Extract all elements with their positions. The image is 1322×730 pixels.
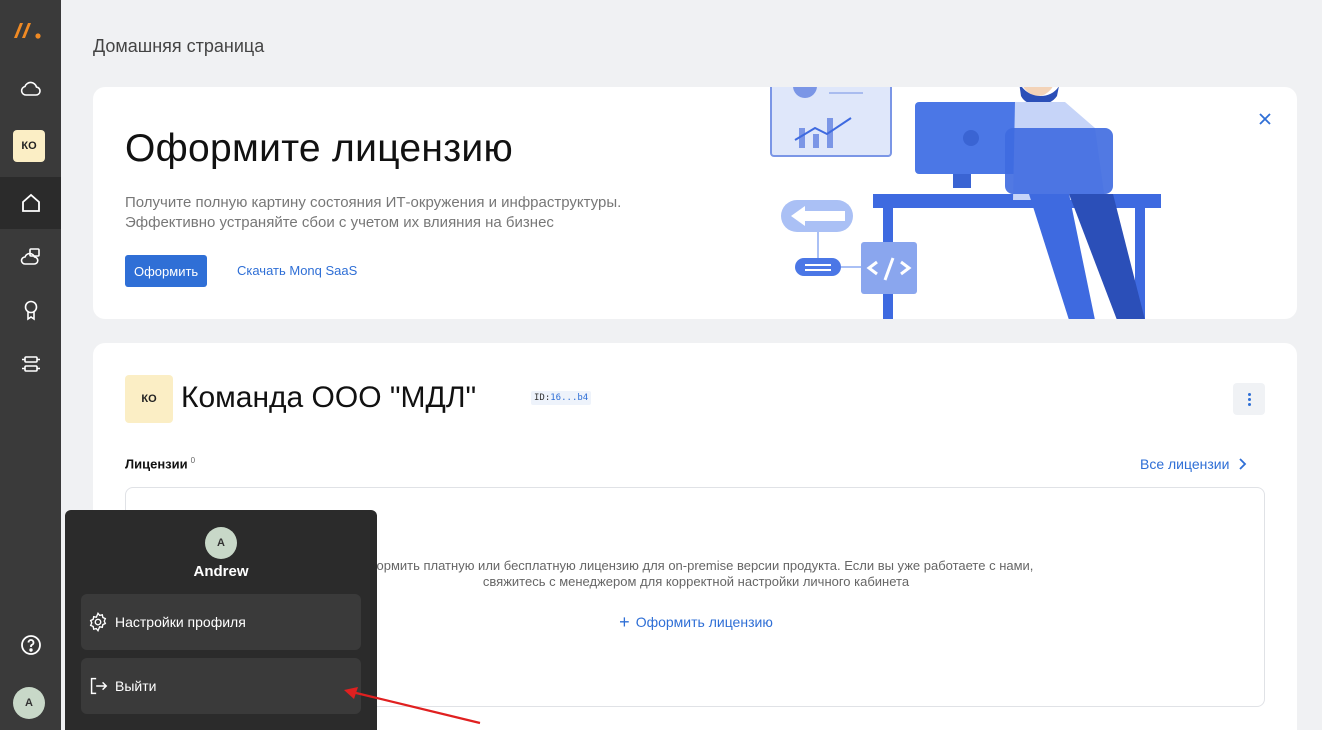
kebab-dot	[1247, 392, 1251, 396]
gear-icon	[89, 611, 107, 633]
profile-settings-button[interactable]: Настройки профиля	[81, 594, 361, 650]
download-saas-link[interactable]: Скачать Monq SaaS	[237, 263, 357, 278]
award-icon	[24, 300, 37, 321]
logout-label: Выйти	[115, 678, 157, 694]
sidebar-item-integrations[interactable]	[0, 338, 61, 390]
close-icon[interactable]	[1256, 110, 1274, 128]
licenses-label: Лицензии	[125, 456, 188, 472]
team-name: Команда ООО "МДЛ"	[181, 381, 477, 414]
cloud-box-icon	[20, 248, 40, 265]
banner-subtitle-line: Эффективно устраняйте сбои с учетом их в…	[125, 214, 554, 231]
sidebar-item-licenses[interactable]	[0, 284, 61, 336]
banner-subtitle-line: Получите полную картину состояния ИТ-окр…	[125, 194, 622, 211]
sidebar-item-cloud-services[interactable]	[0, 231, 61, 283]
page-title: Домашняя страница	[93, 36, 265, 56]
developer-illustration-icon	[770, 87, 1161, 319]
sidebar-item-home[interactable]	[0, 177, 61, 229]
profile-settings-label: Настройки профиля	[115, 614, 246, 630]
all-licenses-label: Все лицензии	[1140, 456, 1230, 472]
kebab-dot	[1247, 397, 1251, 401]
team-id-value: 16...b4	[550, 393, 589, 403]
team-badge: КО	[125, 375, 173, 423]
sidebar-item-cloud[interactable]	[0, 63, 61, 115]
get-license-button[interactable]: Оформить	[125, 255, 208, 287]
logout-button[interactable]: Выйти	[81, 658, 361, 714]
sidebar: КО A	[0, 0, 61, 730]
help-icon	[20, 635, 41, 655]
team-menu-button[interactable]	[1233, 383, 1265, 415]
home-icon	[21, 193, 40, 212]
cloud-icon	[20, 81, 41, 96]
kebab-dot	[1247, 402, 1251, 406]
sidebar-user-avatar[interactable]: A	[13, 687, 45, 719]
popup-avatar: A	[205, 527, 237, 559]
logout-icon	[90, 677, 108, 695]
monq-logo-icon[interactable]	[12, 18, 48, 42]
profile-popup: A Andrew Настройки профиля Выйти	[65, 510, 377, 730]
banner-title: Оформите лицензию	[125, 127, 514, 170]
licenses-heading: Лицензии 0	[125, 456, 195, 471]
team-id-chip[interactable]: ID:16...b4	[531, 391, 592, 405]
license-banner: Оформите лицензию Получите полную картин…	[93, 87, 1297, 319]
licenses-count: 0	[190, 456, 196, 465]
plus-icon: +	[619, 612, 630, 632]
team-id-label: ID:	[534, 393, 551, 403]
all-licenses-link[interactable]: Все лицензии	[1140, 456, 1247, 472]
annotation-arrow-icon	[344, 687, 481, 725]
add-license-label: Оформить лицензию	[635, 614, 773, 630]
sidebar-team-badge[interactable]: КО	[13, 130, 45, 162]
sliders-icon	[21, 356, 40, 372]
banner-subtitle: Получите полную картину состояния ИТ-окр…	[125, 193, 725, 233]
sidebar-item-help[interactable]	[0, 619, 61, 671]
popup-user-name: Andrew	[193, 563, 249, 580]
chevron-right-icon	[1239, 458, 1247, 470]
